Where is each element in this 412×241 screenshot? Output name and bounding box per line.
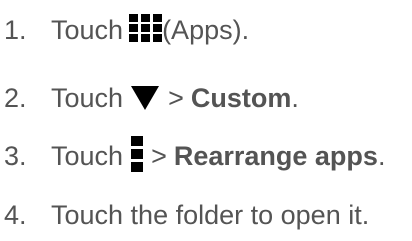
step-2: 2. Touch > Custom . (4, 78, 299, 118)
menu-option-label: Custom (190, 82, 292, 113)
step-separator: > (168, 82, 184, 113)
step-text: Touch (51, 140, 124, 171)
step-1: 1. Touch (Apps). (4, 10, 249, 50)
menu-icon (131, 136, 144, 172)
step-number: 1. (4, 14, 27, 45)
step-text: Touch (51, 82, 124, 113)
step-text: Touch (51, 14, 124, 45)
menu-option-label: Rearrange apps (173, 140, 378, 171)
step-text-after: (Apps). (162, 14, 250, 45)
down-triangle-icon (131, 86, 160, 110)
step-4: 4. Touch the folder to open it. (4, 195, 369, 235)
step-3: 3. Touch > Rearrange apps . (4, 136, 385, 176)
step-number: 4. (4, 199, 27, 230)
step-separator: > (151, 140, 167, 171)
step-text-after: . (377, 140, 386, 171)
step-text: Touch the folder to open it. (51, 199, 370, 230)
step-number: 3. (4, 140, 27, 171)
step-text-after: . (291, 82, 299, 113)
apps-grid-icon (129, 13, 163, 42)
step-number: 2. (4, 82, 27, 113)
